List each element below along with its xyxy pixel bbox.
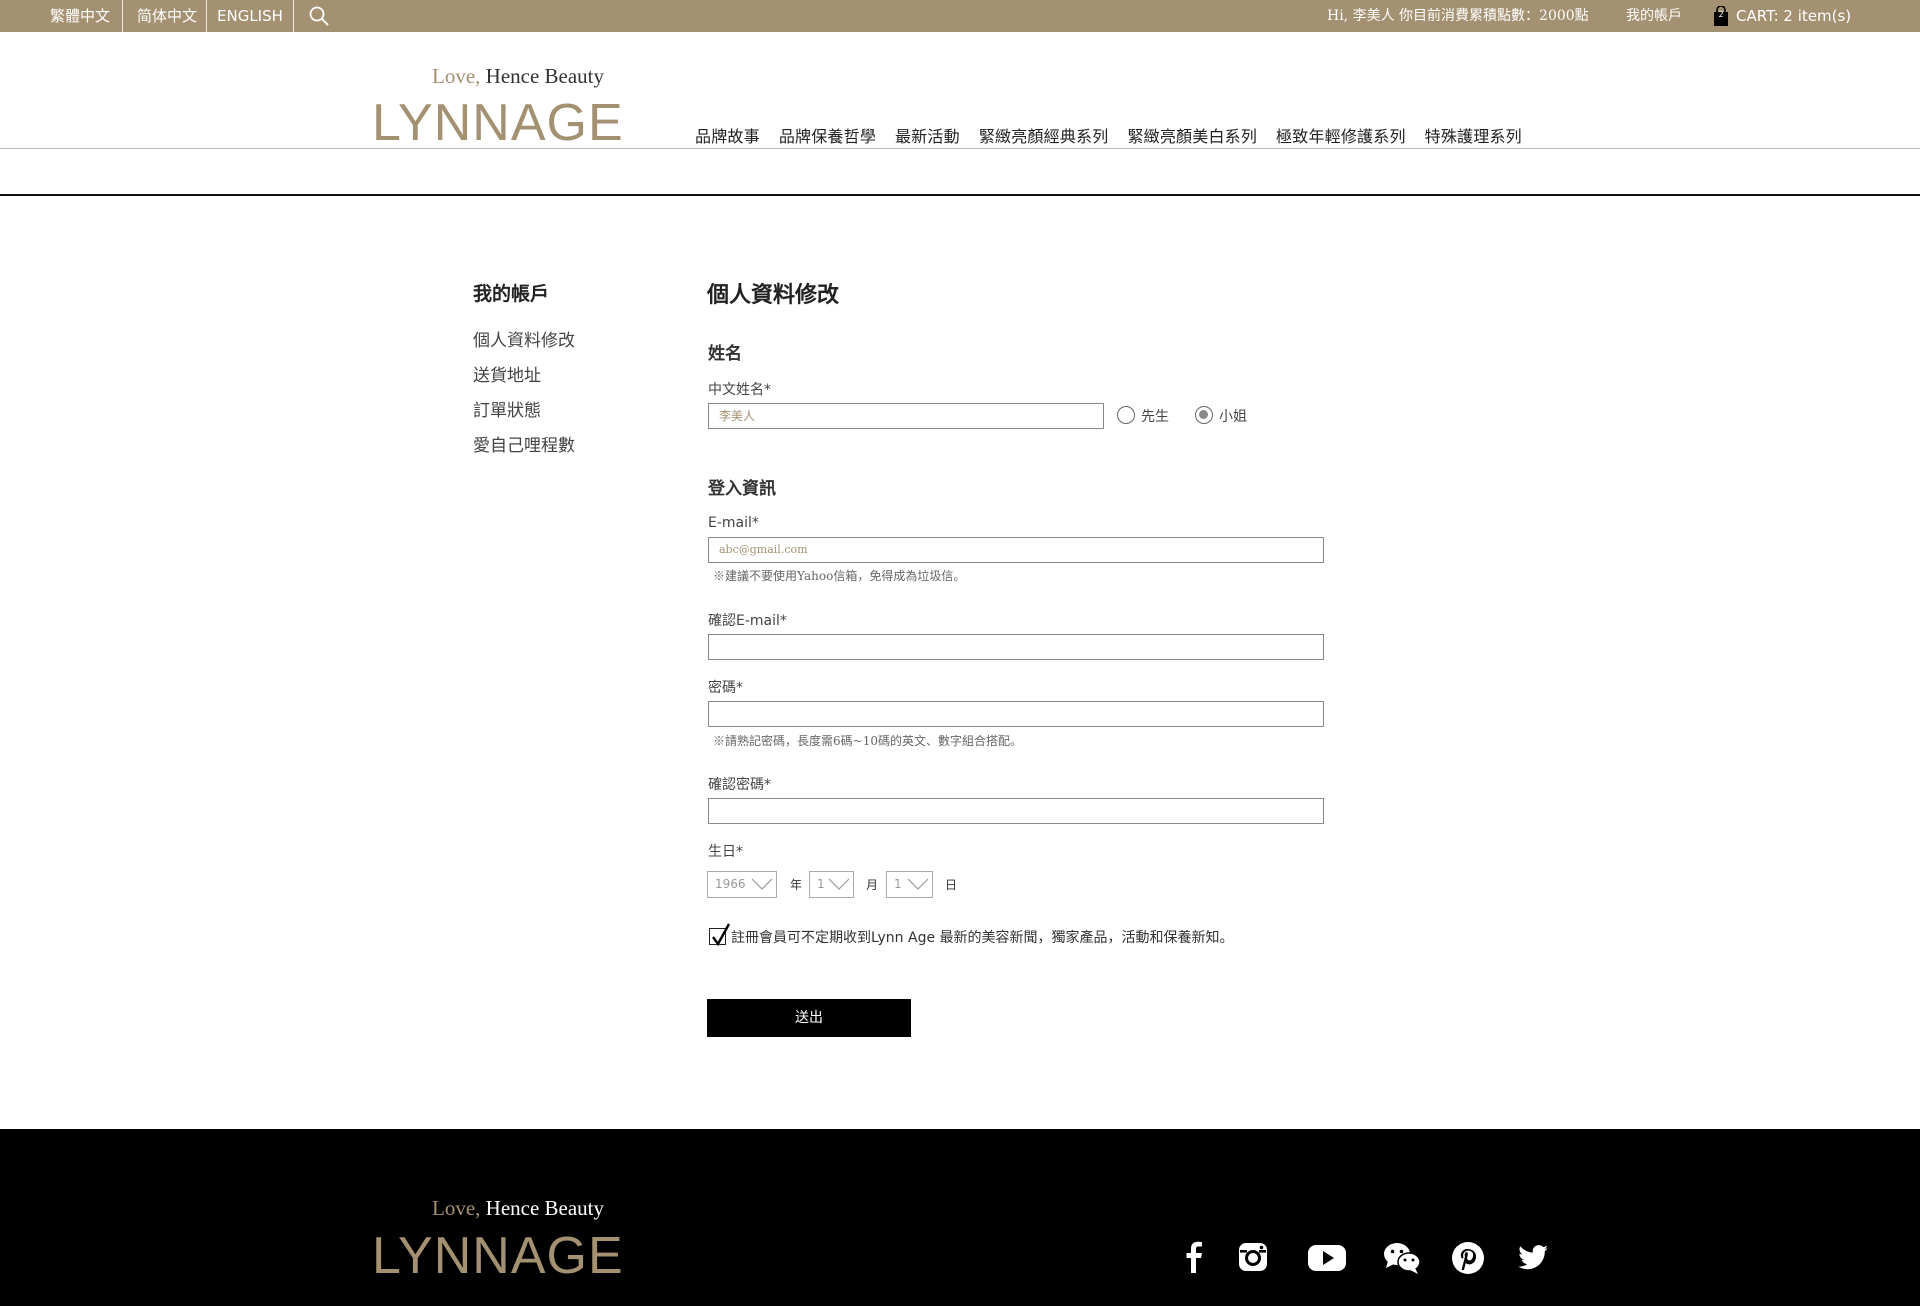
gender-mr-label: 先生 — [1141, 409, 1169, 425]
nav-whitening-series[interactable]: 緊緻亮顏美白系列 — [1127, 123, 1257, 146]
brand-logo[interactable]: LYNNAGE — [372, 97, 624, 149]
submit-button[interactable]: 送出 — [707, 999, 911, 1037]
cart-count-badge: 2 — [1718, 10, 1724, 19]
sidebar-item-order-status[interactable]: 訂單狀態 — [473, 396, 541, 421]
password-hint: ※請熟記密碼，長度需6碼~10碼的英文、數字組合搭配。 — [713, 734, 1022, 748]
checkmark-icon — [712, 923, 731, 947]
chinese-name-label: 中文姓名* — [708, 382, 771, 398]
password-label: 密碼* — [708, 680, 743, 696]
chinese-name-input[interactable]: 李美人 — [708, 403, 1104, 429]
newsletter-checkbox[interactable] — [709, 923, 731, 947]
confirm-password-label: 確認密碼* — [708, 777, 771, 793]
wechat-icon[interactable] — [1382, 1239, 1422, 1275]
main-nav: 品牌故事 品牌保養哲學 最新活動 緊緻亮顏經典系列 緊緻亮顏美白系列 極致年輕修… — [695, 123, 1541, 146]
nav-youth-repair-series[interactable]: 極致年輕修護系列 — [1276, 123, 1406, 146]
email-hint: ※建議不要使用Yahoo信箱，免得成為垃圾信。 — [713, 569, 966, 583]
confirm-email-label: 確認E-mail* — [708, 613, 787, 629]
brand-tagline: Love, Hence Beauty — [432, 64, 605, 88]
birth-year-select[interactable]: 1966 — [707, 871, 777, 898]
gender-mr-radio[interactable] — [1117, 406, 1135, 424]
gender-ms-label: 小姐 — [1219, 409, 1247, 425]
my-account-link[interactable]: 我的帳戶 — [1626, 0, 1682, 32]
lang-traditional-chinese[interactable]: 繁體中文 — [50, 0, 110, 32]
twitter-icon[interactable] — [1515, 1239, 1551, 1275]
birth-month-value: 1 — [817, 877, 825, 891]
sidebar-item-profile[interactable]: 個人資料修改 — [473, 326, 575, 351]
gender-ms-radio[interactable] — [1195, 406, 1213, 424]
lang-english[interactable]: ENGLISH — [217, 0, 283, 32]
day-unit: 日 — [945, 878, 958, 892]
month-unit: 月 — [866, 878, 879, 892]
member-greeting: Hi, 李美人 你目前消費累積點數：2000點 — [1327, 8, 1589, 24]
section-title-name: 姓名 — [708, 344, 742, 364]
divider — [0, 148, 1920, 149]
facebook-icon[interactable] — [1176, 1239, 1212, 1275]
birth-day-value: 1 — [894, 877, 902, 891]
instagram-icon[interactable] — [1235, 1239, 1271, 1275]
section-title-login: 登入資訊 — [708, 479, 776, 499]
pinterest-icon[interactable] — [1450, 1239, 1486, 1275]
nav-skincare-philosophy[interactable]: 品牌保養哲學 — [779, 123, 876, 146]
divider — [122, 0, 123, 32]
divider — [206, 0, 207, 32]
chevron-down-icon — [828, 878, 850, 890]
footer-brand-logo[interactable]: LYNNAGE — [372, 1230, 624, 1282]
newsletter-label: 註冊會員可不定期收到Lynn Age 最新的美容新聞，獨家產品，活動和保養新知。 — [731, 930, 1234, 946]
divider — [293, 0, 294, 32]
password-input[interactable] — [708, 701, 1324, 727]
top-bar: 繁體中文 简体中文 ENGLISH Hi, 李美人 你目前消費累積點數：2000… — [0, 0, 1920, 32]
page-title: 個人資料修改 — [707, 283, 840, 308]
nav-brand-story[interactable]: 品牌故事 — [695, 123, 760, 146]
email-input[interactable]: abc@gmail.com — [708, 537, 1324, 563]
sidebar-item-shipping-address[interactable]: 送貨地址 — [473, 361, 541, 386]
chevron-down-icon — [751, 878, 773, 890]
search-icon[interactable] — [308, 5, 330, 27]
chevron-down-icon — [907, 878, 929, 890]
divider — [0, 194, 1920, 196]
footer — [0, 1129, 1920, 1306]
sidebar-item-mileage[interactable]: 愛自己哩程數 — [473, 431, 575, 456]
email-label: E-mail* — [708, 515, 759, 531]
nav-special-care-series[interactable]: 特殊護理系列 — [1425, 123, 1522, 146]
birth-year-value: 1966 — [715, 877, 746, 891]
birthday-label: 生日* — [708, 844, 743, 860]
birth-day-select[interactable]: 1 — [886, 871, 933, 898]
year-unit: 年 — [790, 878, 803, 892]
confirm-email-input[interactable] — [708, 634, 1324, 660]
birth-month-select[interactable]: 1 — [809, 871, 854, 898]
nav-classic-series[interactable]: 緊緻亮顏經典系列 — [979, 123, 1109, 146]
footer-tagline: Love, Hence Beauty — [432, 1196, 605, 1220]
sidebar-title: 我的帳戶 — [473, 283, 550, 305]
youtube-icon[interactable] — [1307, 1239, 1347, 1275]
nav-latest-events[interactable]: 最新活動 — [895, 123, 960, 146]
cart-link[interactable]: CART: 2 item(s) — [1736, 0, 1851, 32]
confirm-password-input[interactable] — [708, 798, 1324, 824]
lang-simplified-chinese[interactable]: 简体中文 — [137, 0, 197, 32]
